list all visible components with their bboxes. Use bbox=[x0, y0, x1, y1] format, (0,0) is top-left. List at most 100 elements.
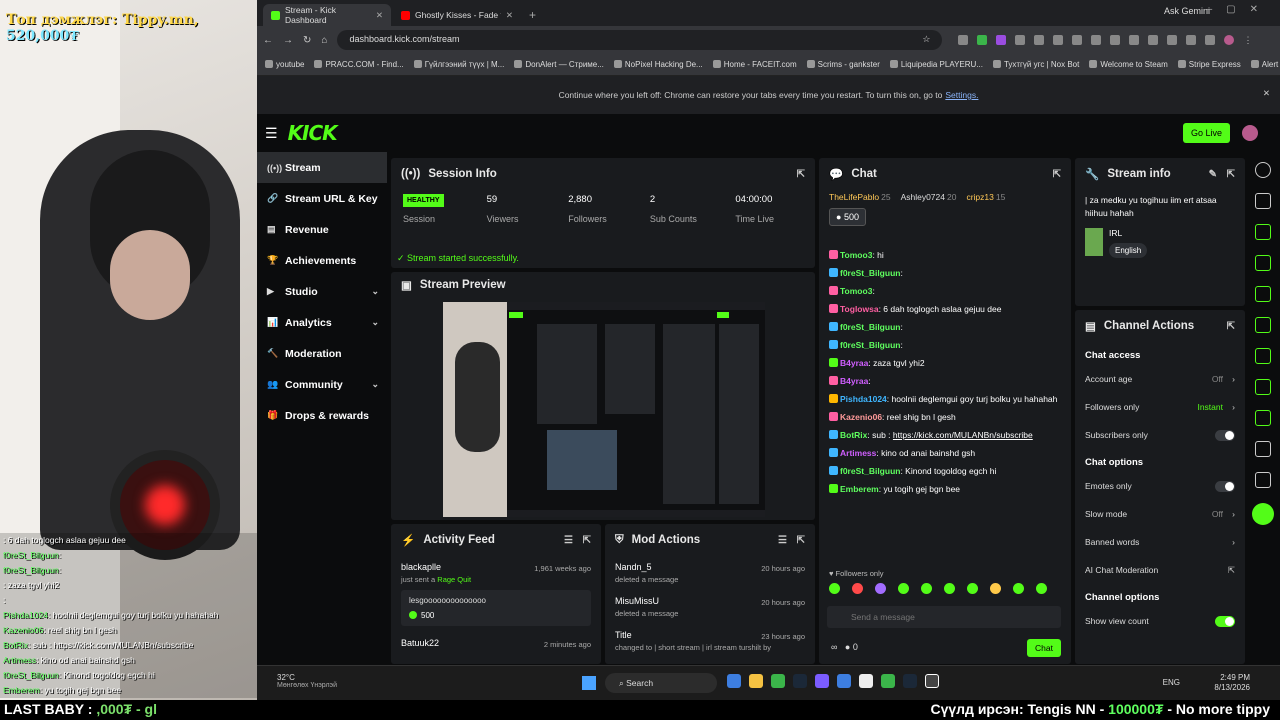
gift-icon[interactable] bbox=[1255, 472, 1271, 488]
taskbar-search[interactable]: ⌕ Search bbox=[605, 673, 717, 693]
go-live-button[interactable]: Go Live bbox=[1182, 123, 1230, 143]
bookmark-star-icon[interactable]: ☆ bbox=[922, 34, 930, 46]
bookmark-item[interactable]: Stripe Express bbox=[1178, 60, 1241, 69]
popout-icon[interactable]: ⇱ bbox=[1227, 169, 1235, 180]
chat-message-input[interactable] bbox=[827, 606, 1061, 628]
avatar[interactable] bbox=[1242, 125, 1258, 141]
clock[interactable]: 2:49 PM 8/13/2026 bbox=[1214, 673, 1250, 693]
emote-bar[interactable] bbox=[829, 583, 1047, 594]
bookmark-item[interactable]: youtube bbox=[265, 60, 304, 69]
session-icon: ((•)) bbox=[401, 168, 421, 180]
close-tab-icon[interactable]: ✕ bbox=[506, 10, 513, 21]
bookmark-item[interactable]: Alert Box / Streamla... bbox=[1251, 60, 1280, 69]
menu-icon[interactable]: ☰ bbox=[265, 125, 278, 142]
home-icon[interactable]: ⌂ bbox=[321, 35, 327, 46]
new-tab-button[interactable]: + bbox=[523, 8, 542, 26]
badge-icon bbox=[829, 448, 838, 457]
chat-message: Artimess: kino od anai bainshd gsh bbox=[819, 444, 1071, 462]
tab-youtube[interactable]: Ghostly Kisses - Fade from Me✕ bbox=[393, 4, 521, 26]
stream-info-panel: 🔧 Stream info ✎ ⇱ | za medku yu togihuu iim… bbox=[1075, 158, 1245, 306]
sidebar-item-drops-rewards[interactable]: 🎁 Drops & rewards bbox=[257, 400, 387, 431]
popout-icon[interactable]: ⇱ bbox=[1227, 321, 1235, 332]
broadcast-icon[interactable] bbox=[1255, 348, 1271, 364]
filter-icon[interactable]: ☰ bbox=[778, 535, 787, 546]
bottom-ticker: LAST BABY : ,000₮ - gl Сүүлд ирсэн: Teng… bbox=[0, 700, 1280, 720]
windows-start-icon[interactable] bbox=[582, 676, 596, 690]
edit-icon[interactable]: ✎ bbox=[1209, 169, 1217, 180]
bookmark-item[interactable]: DonAlert — Стриме... bbox=[514, 60, 604, 69]
send-chat-button[interactable]: Chat bbox=[1027, 639, 1061, 657]
ban-icon[interactable] bbox=[1255, 379, 1271, 395]
popout-icon[interactable]: ⇱ bbox=[797, 169, 805, 180]
nav-icon: 🔗 bbox=[267, 193, 279, 203]
bookmark-item[interactable]: NoPixel Hacking De... bbox=[614, 60, 703, 69]
badge-icon bbox=[829, 358, 838, 367]
followers-only-setting[interactable]: Followers only Instant › bbox=[1075, 393, 1245, 421]
sidebar: ((•)) Stream 🔗 Stream URL & Key ▤ Revenue 🏆 Ach… bbox=[257, 152, 387, 431]
popout-icon[interactable]: ⇱ bbox=[583, 535, 591, 546]
top-gifter[interactable]: Ashley0724 20 bbox=[901, 192, 957, 202]
banned-words-setting[interactable]: Banned words › bbox=[1075, 528, 1245, 556]
sidebar-item-stream-url-key[interactable]: 🔗 Stream URL & Key bbox=[257, 183, 387, 214]
sidebar-item-revenue[interactable]: ▤ Revenue bbox=[257, 214, 387, 245]
settings-link[interactable]: Settings. bbox=[945, 90, 978, 100]
bookmark-item[interactable]: Welcome to Steam bbox=[1089, 60, 1167, 69]
overlay-chat-line: f0reSt_Bilguun: bbox=[0, 548, 257, 563]
gear-icon[interactable] bbox=[1255, 441, 1271, 457]
sidebar-item-studio[interactable]: ▶ Studio ⌄ bbox=[257, 276, 387, 307]
window-controls[interactable]: –▢✕ bbox=[1207, 4, 1272, 15]
sidebar-item-stream[interactable]: ((•)) Stream bbox=[257, 152, 387, 183]
subscribe-link[interactable]: https://kick.com/MULANBn/subscribe bbox=[893, 430, 1033, 440]
badge-icon bbox=[829, 412, 838, 421]
account-age-setting[interactable]: Account age Off › bbox=[1075, 365, 1245, 393]
subscribers-only-toggle[interactable]: Subscribers only bbox=[1075, 421, 1245, 449]
lightning-icon[interactable] bbox=[1255, 255, 1271, 271]
bookmark-item[interactable]: Scrims - gankster bbox=[807, 60, 880, 69]
pinned-kicks[interactable]: ● 500 bbox=[829, 208, 866, 226]
chat-icon[interactable] bbox=[1255, 317, 1271, 333]
slow-mode-setting[interactable]: Slow mode Off › bbox=[1075, 500, 1245, 528]
top-gifter[interactable]: cripz13 15 bbox=[966, 192, 1005, 202]
taskbar-apps[interactable] bbox=[727, 674, 939, 688]
badge-icon bbox=[829, 304, 838, 313]
info-icon[interactable] bbox=[1255, 162, 1271, 178]
forward-icon[interactable]: → bbox=[283, 35, 293, 46]
tab-kick-dashboard[interactable]: Stream - Kick Dashboard ✕ bbox=[263, 4, 391, 26]
chat-message: BotRix: sub : https://kick.com/MULANBn/s… bbox=[819, 426, 1071, 444]
back-icon[interactable]: ← bbox=[263, 35, 273, 46]
input-language[interactable]: ENG bbox=[1163, 678, 1180, 687]
badge-icon bbox=[829, 430, 838, 439]
popout-icon[interactable]: ⇱ bbox=[797, 535, 805, 546]
close-tab-icon[interactable]: ✕ bbox=[376, 10, 383, 21]
sidebar-item-analytics[interactable]: 📊 Analytics ⌄ bbox=[257, 307, 387, 338]
bookmark-item[interactable]: Liquipedia PLAYERU... bbox=[890, 60, 983, 69]
wrench-icon[interactable] bbox=[1255, 410, 1271, 426]
bookmark-item[interactable]: Home - FACEIT.com bbox=[713, 60, 797, 69]
camera-icon[interactable] bbox=[1255, 224, 1271, 240]
ask-gemini-button[interactable]: Ask Gemini bbox=[1164, 6, 1210, 16]
language-tag: English bbox=[1109, 243, 1148, 258]
url-field[interactable]: dashboard.kick.com/stream ☆ bbox=[337, 30, 943, 50]
emotes-only-toggle[interactable]: Emotes only bbox=[1075, 472, 1245, 500]
sidebar-item-moderation[interactable]: 🔨 Moderation bbox=[257, 338, 387, 369]
sidebar-item-achievements[interactable]: 🏆 Achievements bbox=[257, 245, 387, 276]
show-view-count-toggle[interactable]: Show view count bbox=[1075, 607, 1245, 635]
bookmark-item[interactable]: Гүйлгээний түүх | M... bbox=[414, 60, 505, 69]
windows-taskbar: 32°C Мөнгөлөх Үнэрлэй ⌕ Search ENG 2:49 P… bbox=[257, 665, 1280, 700]
badge-icon bbox=[829, 484, 838, 493]
ai-moderation-setting[interactable]: AI Chat Moderation ⇱ bbox=[1075, 556, 1245, 584]
sidebar-item-community[interactable]: 👥 Community ⌄ bbox=[257, 369, 387, 400]
weather-widget[interactable]: 32°C Мөнгөлөх Үнэрлэй bbox=[277, 673, 337, 689]
bookmark-item[interactable]: Тухтгүй угс | Nox Bot bbox=[993, 60, 1079, 69]
kick-logo[interactable]: KICK bbox=[288, 121, 338, 145]
help-icon[interactable] bbox=[1252, 503, 1274, 525]
popout-icon[interactable]: ⇱ bbox=[1053, 169, 1061, 180]
reload-icon[interactable]: ↻ bbox=[303, 35, 311, 46]
close-banner-icon[interactable]: ✕ bbox=[1263, 88, 1270, 99]
top-gifter[interactable]: TheLifePablo 25 bbox=[829, 192, 891, 202]
shield-icon[interactable] bbox=[1255, 286, 1271, 302]
pencil-icon[interactable] bbox=[1255, 193, 1271, 209]
filter-icon[interactable]: ☰ bbox=[564, 535, 573, 546]
bookmark-item[interactable]: PRACC.COM - Find... bbox=[314, 60, 403, 69]
mod-actions-panel: ⛨ Mod Actions ☰ ⇱ Nandn_5 deleted a message 2… bbox=[605, 524, 815, 664]
